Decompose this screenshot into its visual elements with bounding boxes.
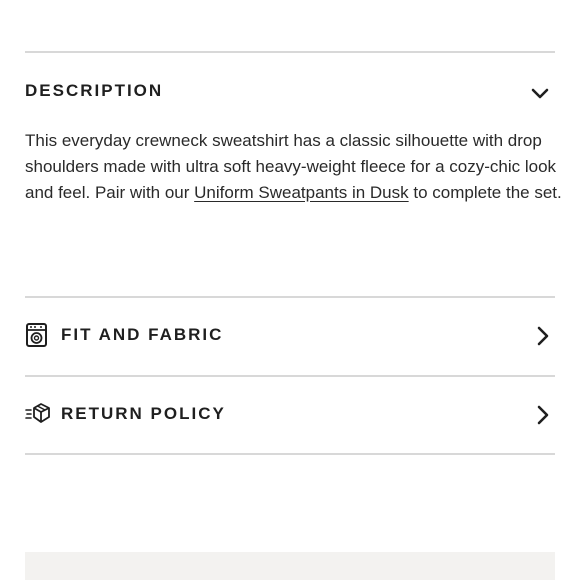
- chevron-right-icon: [537, 326, 549, 351]
- return-policy-label: RETURN POLICY: [61, 404, 226, 423]
- chevron-down-icon: [531, 87, 549, 105]
- uniform-sweatpants-link[interactable]: Uniform Sweatpants in Dusk: [194, 183, 408, 202]
- washing-machine-icon: [25, 322, 49, 353]
- fit-and-fabric-label: FIT AND FABRIC: [61, 325, 224, 344]
- fit-and-fabric-accordion-header[interactable]: FIT AND FABRIC: [25, 298, 555, 375]
- moving-box-icon: [25, 402, 51, 429]
- return-policy-divider: [25, 453, 555, 455]
- product-details-panel: DESCRIPTION This everyday crewneck sweat…: [0, 0, 580, 580]
- description-text-part-2: to complete the set.: [408, 183, 562, 202]
- chevron-right-icon: [537, 405, 549, 430]
- bottom-image-panel: [25, 552, 555, 580]
- description-text: This everyday crewneck sweatshirt has a …: [25, 128, 565, 206]
- description-title: DESCRIPTION: [25, 81, 164, 100]
- description-accordion-header[interactable]: DESCRIPTION: [25, 53, 555, 127]
- return-policy-accordion-header[interactable]: RETURN POLICY: [25, 377, 555, 454]
